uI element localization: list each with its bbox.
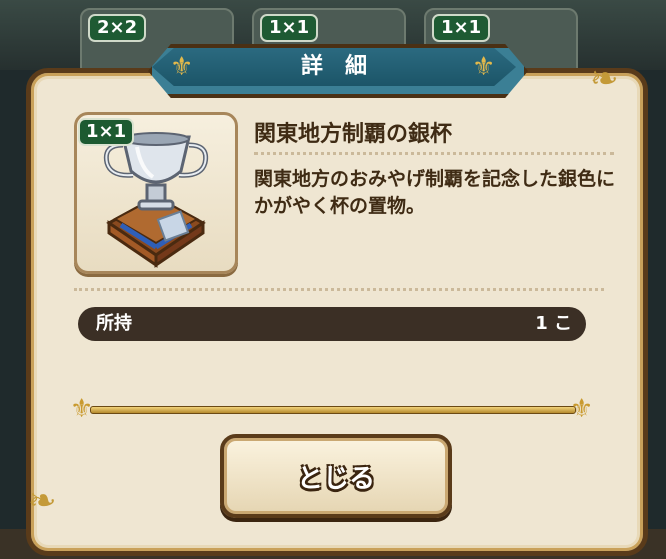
slot-size-badge: 1×1 [260, 14, 319, 42]
fleur-de-lis-icon: ⚜ [570, 394, 594, 424]
item-description: 関東地方のおみやげ制覇を記念した銀色にかがやく杯の置物。 [254, 168, 616, 217]
gold-divider [90, 406, 576, 414]
owned-count-bar [78, 307, 586, 341]
close-button[interactable]: とじる [220, 434, 452, 518]
item-name: 関東地方制覇の銀杯 [254, 122, 453, 147]
item-size-badge: 1×1 [78, 118, 135, 146]
owned-label: 所持 [96, 313, 132, 334]
fleur-de-lis-icon: ⚜ [70, 394, 94, 424]
slot-size-badge: 1×1 [432, 14, 491, 42]
dialog-title: 詳細 [300, 54, 389, 79]
slot-size-badge: 2×2 [88, 14, 147, 42]
corner-ornament-icon: ❧ [28, 481, 57, 521]
divider [254, 152, 614, 155]
owned-value: 1 こ [535, 313, 572, 334]
divider [74, 288, 604, 291]
corner-ornament-icon: ❧ [590, 59, 619, 99]
